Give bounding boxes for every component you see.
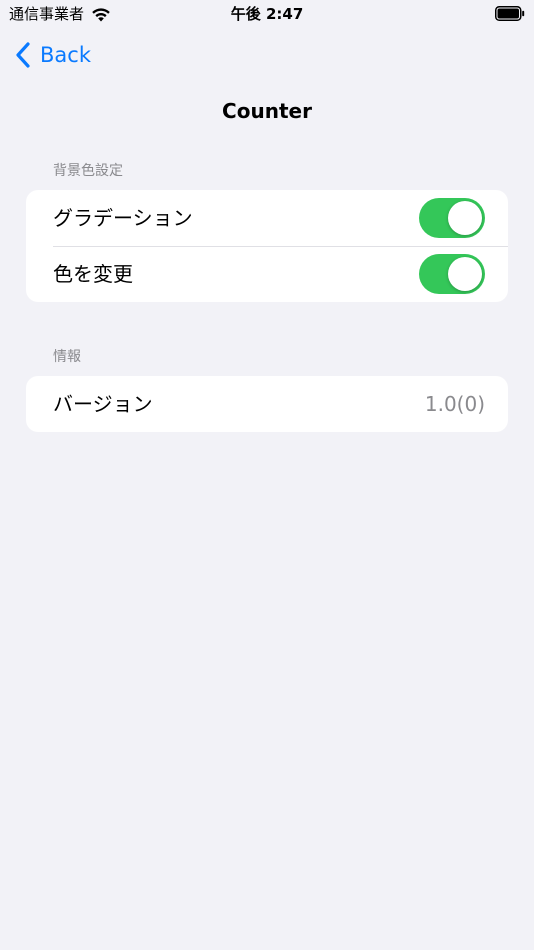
settings-group-background: グラデーション 色を変更 (26, 190, 508, 302)
gradient-row: グラデーション (26, 190, 508, 246)
section-header-info: 情報 (53, 349, 81, 365)
page-title: Counter (222, 99, 312, 123)
change-color-label: 色を変更 (53, 262, 133, 286)
toggle-knob (448, 257, 482, 291)
back-button[interactable]: Back (14, 40, 91, 70)
info-group: バージョン 1.0(0) (26, 376, 508, 432)
version-label: バージョン (53, 392, 153, 416)
change-color-row: 色を変更 (26, 246, 508, 302)
back-label: Back (40, 43, 91, 67)
chevron-left-icon (16, 42, 30, 68)
gradient-toggle[interactable] (419, 198, 485, 238)
battery-icon (495, 6, 525, 21)
status-time: 午後 2:47 (230, 5, 304, 23)
version-row: バージョン 1.0(0) (26, 376, 508, 432)
toggle-knob (448, 201, 482, 235)
section-header-background: 背景色設定 (53, 163, 123, 179)
version-value: 1.0(0) (424, 392, 485, 416)
status-bar: 通信事業者 午後 2:47 (0, 0, 534, 30)
change-color-toggle[interactable] (419, 254, 485, 294)
gradient-label: グラデーション (53, 206, 193, 230)
